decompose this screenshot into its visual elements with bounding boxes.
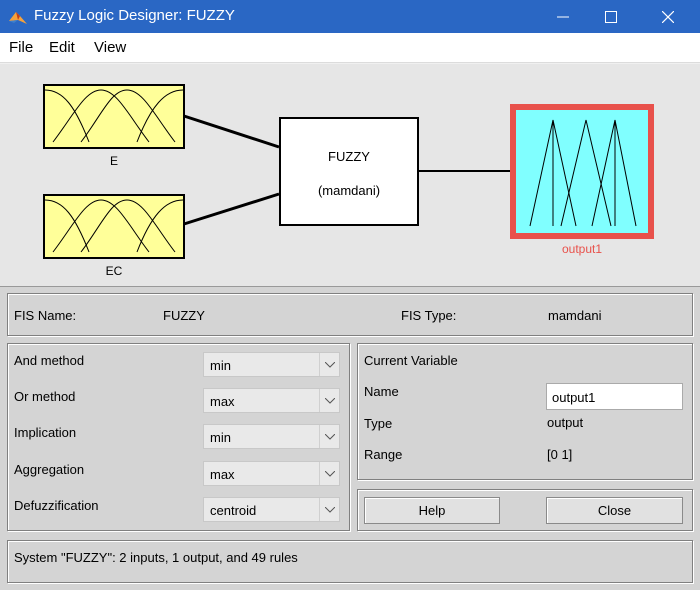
window-title: Fuzzy Logic Designer: FUZZY [34, 7, 235, 24]
current-variable-heading: Current Variable [364, 353, 458, 368]
defuzzification-value: centroid [210, 503, 257, 518]
membership-function-plot [529, 119, 637, 227]
chevron-down-icon [319, 389, 339, 412]
implication-dropdown[interactable]: min [203, 424, 340, 449]
and-method-dropdown[interactable]: min [203, 352, 340, 377]
and-method-value: min [210, 358, 231, 373]
aggregation-label: Aggregation [14, 462, 85, 477]
output-plot-area [516, 110, 648, 233]
menu-file[interactable]: File [9, 39, 33, 56]
menu-bar: File Edit View [0, 33, 700, 63]
chevron-down-icon [319, 353, 339, 376]
fis-system-box[interactable]: FUZZY (mamdani) [279, 117, 419, 226]
close-window-button[interactable] [645, 0, 691, 33]
title-bar: Fuzzy Logic Designer: FUZZY [0, 0, 700, 33]
variable-type-value: output [547, 415, 584, 430]
variable-name-value: output1 [552, 390, 596, 405]
input-variable-ec[interactable] [43, 194, 185, 259]
input-variable-e[interactable] [43, 84, 185, 149]
current-variable-frame: Current Variable Name output1 Type outpu… [357, 343, 693, 480]
chevron-down-icon [319, 462, 339, 485]
aggregation-value: max [210, 467, 235, 482]
methods-frame: And method min Or method max Implication… [7, 343, 350, 531]
fis-type-label: FIS Type: [401, 308, 457, 323]
minimize-icon [557, 16, 569, 17]
variable-range-value: [0 1] [547, 447, 573, 462]
or-method-value: max [210, 394, 235, 409]
chevron-down-icon [319, 498, 339, 521]
aggregation-dropdown[interactable]: max [203, 461, 340, 486]
variable-name-label: Name [364, 384, 399, 399]
defuzzification-dropdown[interactable]: centroid [203, 497, 340, 522]
fis-type-value: mamdani [548, 308, 602, 323]
variable-type-label: Type [364, 416, 393, 431]
chevron-down-icon [319, 425, 339, 448]
fis-name-label: FIS Name: [14, 308, 77, 323]
fis-name-value: FUZZY [163, 308, 205, 323]
or-method-dropdown[interactable]: max [203, 388, 340, 413]
help-button[interactable]: Help [364, 497, 500, 524]
buttons-frame: Help Close [357, 489, 693, 531]
defuzzification-label: Defuzzification [14, 498, 99, 513]
close-icon [662, 10, 674, 23]
matlab-logo-icon [8, 7, 28, 27]
input-label-ec: EC [105, 264, 123, 278]
and-method-label: And method [14, 353, 85, 368]
or-method-label: Or method [14, 389, 76, 404]
close-button[interactable]: Close [546, 497, 683, 524]
variable-range-label: Range [364, 447, 403, 462]
fis-info-frame: FIS Name: FUZZY FIS Type: mamdani [7, 293, 693, 336]
implication-label: Implication [14, 425, 77, 440]
maximize-icon [605, 10, 617, 23]
variable-name-field[interactable]: output1 [546, 383, 683, 410]
status-frame: System "FUZZY": 2 inputs, 1 output, and … [7, 540, 693, 583]
system-type: (mamdani) [317, 183, 381, 198]
menu-edit[interactable]: Edit [49, 39, 75, 56]
properties-panel: FIS Name: FUZZY FIS Type: mamdani And me… [0, 286, 700, 590]
input-label-e: E [109, 154, 118, 168]
fis-diagram: E EC FUZZY (mamdani) output1 [0, 64, 700, 286]
minimize-button[interactable] [540, 0, 586, 33]
implication-value: min [210, 430, 231, 445]
membership-function-plot [45, 89, 183, 143]
output-label: output1 [561, 242, 603, 256]
maximize-button[interactable] [588, 0, 634, 33]
menu-view[interactable]: View [94, 39, 126, 56]
status-text: System "FUZZY": 2 inputs, 1 output, and … [14, 550, 298, 565]
membership-function-plot [45, 199, 183, 253]
system-name: FUZZY [328, 149, 370, 164]
output-variable-output1[interactable] [510, 104, 654, 239]
